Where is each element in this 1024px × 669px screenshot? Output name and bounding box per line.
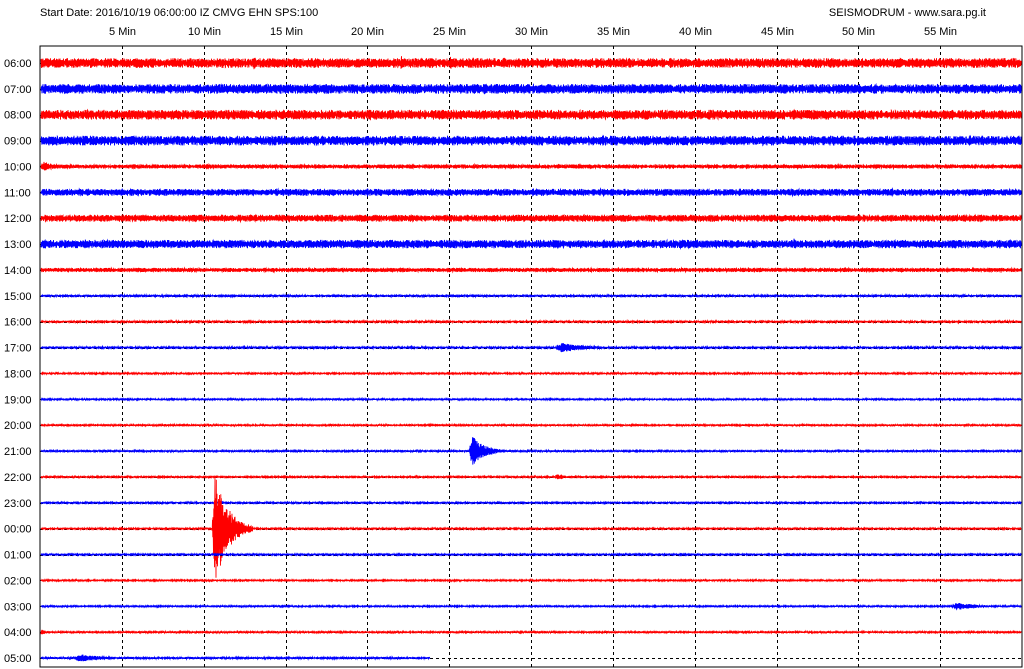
row-time-label: 12:00 xyxy=(4,213,32,225)
x-tick-label: 5 Min xyxy=(109,26,136,38)
trace-row xyxy=(40,602,1022,611)
row-time-label: 06:00 xyxy=(4,58,32,70)
row-time-label: 01:00 xyxy=(4,550,32,562)
row-time-label: 02:00 xyxy=(4,575,32,587)
x-tick-label: 40 Min xyxy=(679,26,712,38)
row-time-label: 14:00 xyxy=(4,265,32,277)
x-tick-label: 10 Min xyxy=(188,26,221,38)
row-time-label: 11:00 xyxy=(4,187,31,199)
trace-row xyxy=(40,266,1022,274)
x-tick-label: 25 Min xyxy=(433,26,466,38)
trace-row xyxy=(40,500,1022,506)
row-time-label: 23:00 xyxy=(4,498,32,510)
row-time-label: 00:00 xyxy=(4,524,32,536)
trace-row xyxy=(40,82,1022,95)
x-tick-label: 35 Min xyxy=(597,26,630,38)
trace-row xyxy=(40,370,1022,377)
trace-row xyxy=(40,187,1022,198)
row-time-label: 18:00 xyxy=(4,368,32,380)
x-tick-label: 45 Min xyxy=(761,26,794,38)
row-time-label: 13:00 xyxy=(4,239,32,251)
row-time-label: 17:00 xyxy=(4,343,32,355)
trace-row xyxy=(40,654,431,662)
x-tick-label: 20 Min xyxy=(351,26,384,38)
trace-row xyxy=(40,161,1022,171)
trace-row xyxy=(40,318,1022,325)
trace-row xyxy=(40,552,1022,557)
x-tick-label: 55 Min xyxy=(924,26,957,38)
row-time-label: 22:00 xyxy=(4,472,32,484)
row-time-label: 16:00 xyxy=(4,317,32,329)
row-time-label: 20:00 xyxy=(4,420,32,432)
row-time-label: 05:00 xyxy=(4,653,32,665)
trace-row xyxy=(40,396,1022,402)
row-time-label: 07:00 xyxy=(4,84,32,96)
row-time-label: 04:00 xyxy=(4,627,32,639)
x-tick-label: 30 Min xyxy=(515,26,548,38)
row-time-label: 19:00 xyxy=(4,394,32,406)
trace-row xyxy=(40,342,1022,353)
seismogram-chart: 5 Min 10 Min 15 Min 20 Min 25 Min 30 Min 35 Mi… xyxy=(4,26,1023,668)
x-tick-label: 15 Min xyxy=(270,26,303,38)
row-time-label: 21:00 xyxy=(4,446,32,458)
trace-row xyxy=(40,108,1022,121)
row-time-label: 15:00 xyxy=(4,291,32,303)
trace-row xyxy=(40,578,1022,583)
x-tick-label: 50 Min xyxy=(842,26,875,38)
row-time-label: 08:00 xyxy=(4,110,32,122)
row-time-label: 09:00 xyxy=(4,136,32,148)
trace-row xyxy=(40,292,1022,299)
row-time-label: 03:00 xyxy=(4,601,32,613)
trace-row xyxy=(40,422,1022,428)
row-time-label: 10:00 xyxy=(4,161,32,173)
